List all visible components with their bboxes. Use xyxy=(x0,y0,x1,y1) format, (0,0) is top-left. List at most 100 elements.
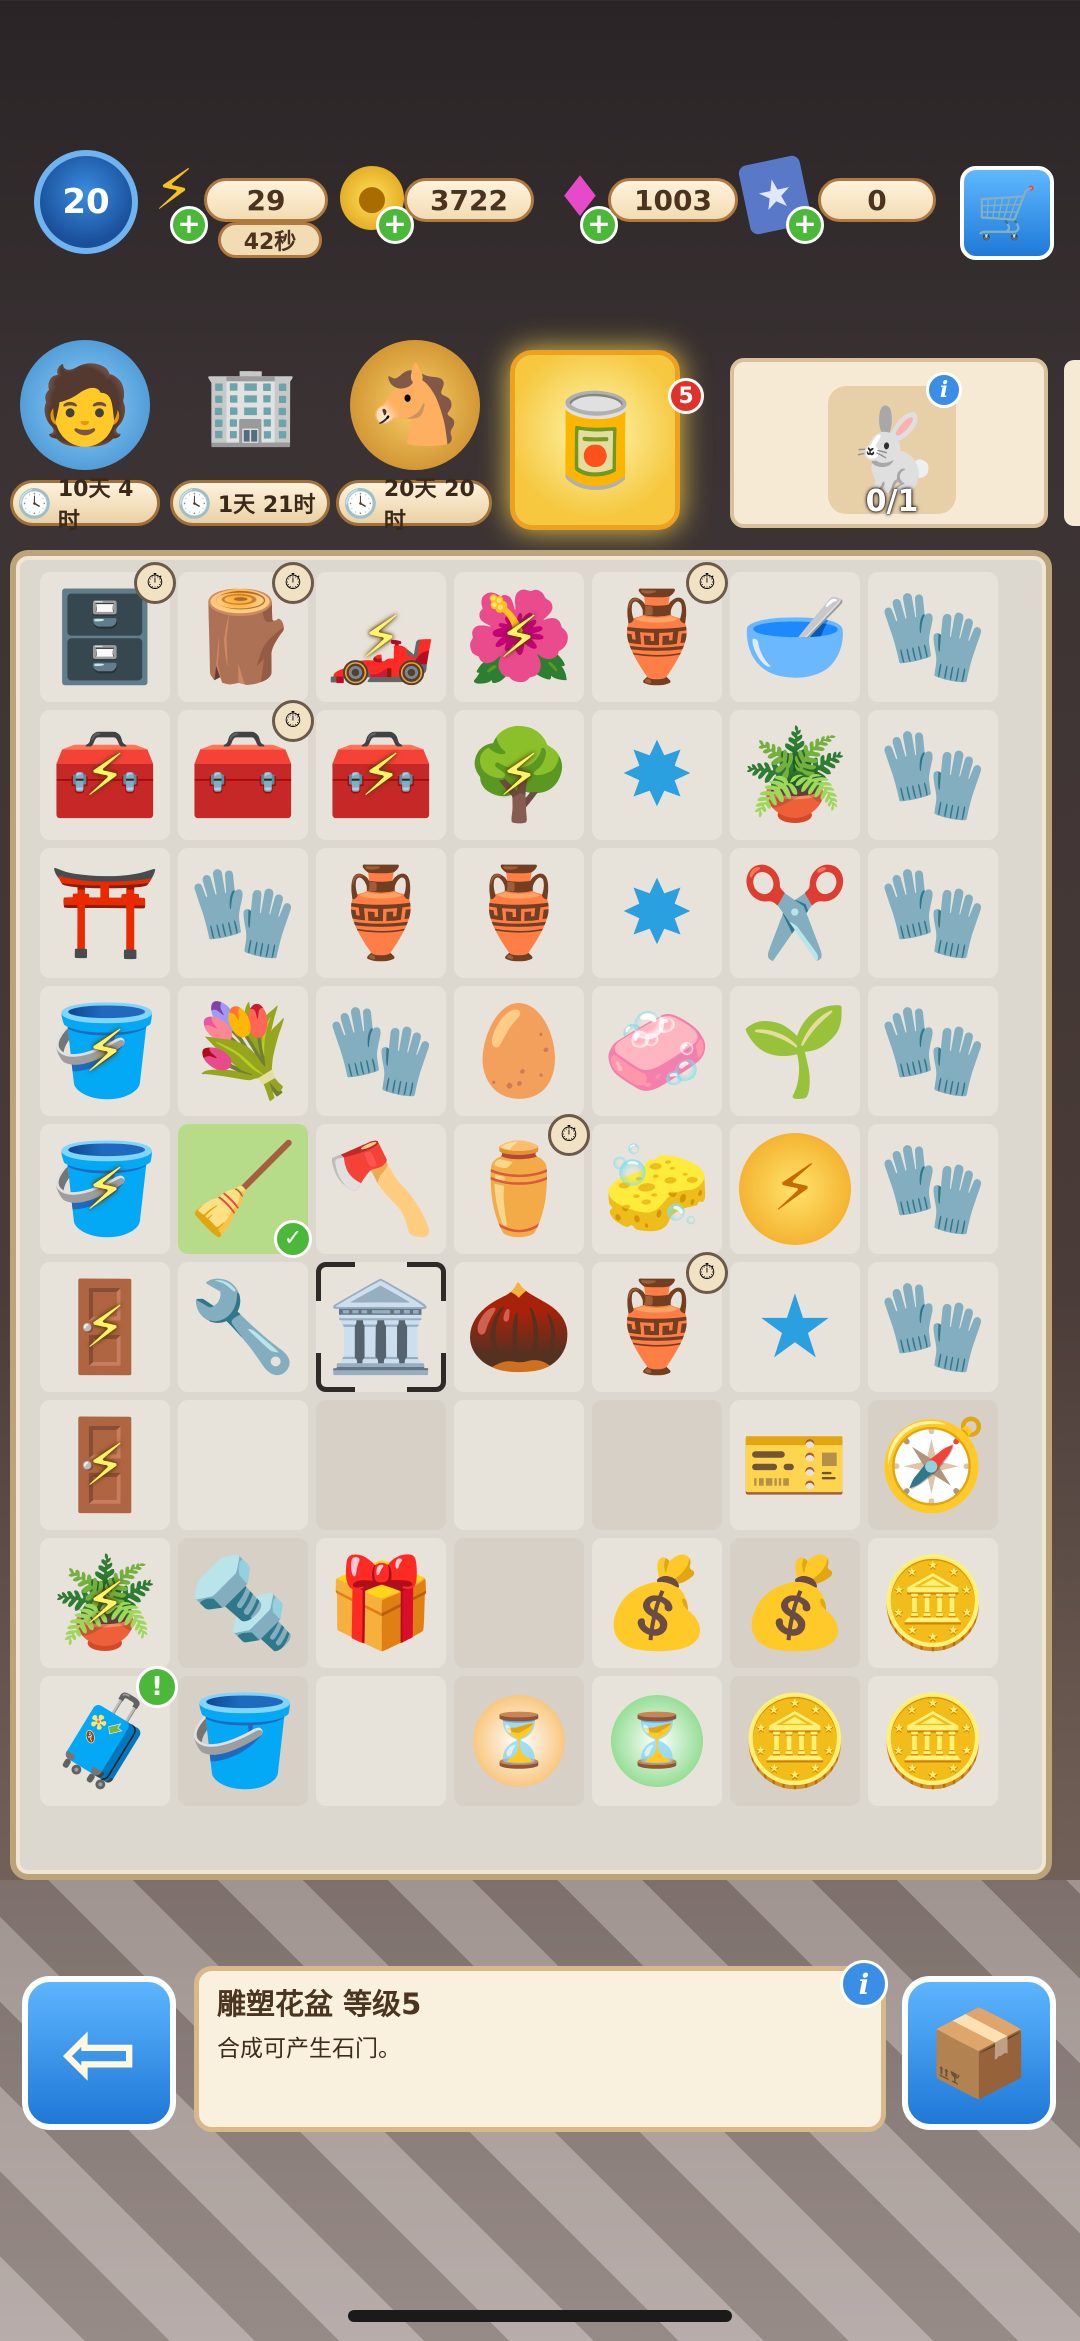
board-item-soap[interactable]: 🧼 xyxy=(592,986,722,1116)
board-item-axe[interactable]: 🪓 xyxy=(316,1124,446,1254)
clock-icon: 🕓 xyxy=(177,486,212,520)
order-progress: 0/1 xyxy=(865,484,919,519)
board-item-coin-heap[interactable]: 🪙 xyxy=(868,1676,998,1806)
board-item-seed-sack[interactable]: 💰 xyxy=(730,1538,860,1668)
board-item-porcelain-vase[interactable]: 🏺 ⏱ xyxy=(592,1252,728,1392)
timer-icon: ⏱ xyxy=(134,562,176,604)
board-item-broken-pot[interactable]: 🏺 xyxy=(454,848,584,978)
board-item-clay-pot[interactable]: 🏺 xyxy=(316,848,446,978)
storage-box-button[interactable]: 📦 xyxy=(902,1976,1056,2130)
board-item-hourglass-green[interactable]: ⏳ xyxy=(592,1676,722,1806)
order-info-icon[interactable]: i xyxy=(926,372,962,408)
board-item-blue-vase[interactable]: 🏺 ⏱ xyxy=(592,562,728,702)
energy-counter: 29 xyxy=(204,178,328,222)
board-item-coin-pile[interactable]: 🪙 xyxy=(730,1676,860,1806)
board-item-seeds[interactable]: 🌰 xyxy=(454,1262,584,1392)
board-item-garden-gloves[interactable]: 🧤 xyxy=(316,986,446,1116)
add-energy-button[interactable]: + xyxy=(170,206,208,244)
board-item-red-toolbox[interactable]: 🧰 ⏱ xyxy=(178,700,314,840)
board-item-blue-star[interactable]: ★ xyxy=(730,1262,860,1392)
board-empty-cell[interactable] xyxy=(454,1400,584,1530)
board-item-garden-gloves[interactable]: 🧤 xyxy=(868,572,998,702)
board-item-pruning-shears[interactable]: ✂️ xyxy=(730,848,860,978)
timer-icon: ⏱ xyxy=(686,562,728,604)
board-item-soil-pot[interactable]: 🥣 xyxy=(730,572,860,702)
add-cards-button[interactable]: + xyxy=(786,206,824,244)
board-item-tree[interactable]: 🌳 ⚡ xyxy=(454,710,584,840)
order-card[interactable]: 🐇 0/1 i xyxy=(730,358,1048,528)
board-item-flower-basket[interactable]: 💐 xyxy=(178,986,308,1116)
board-item-seedling[interactable]: 🌱 xyxy=(730,986,860,1116)
board-item-tool-barrel[interactable]: 🪣 ⚡ xyxy=(40,986,170,1116)
board-item-sculpted-planter[interactable]: 🏛️ xyxy=(316,1262,446,1392)
event-horse[interactable]: 🐴 xyxy=(340,340,490,490)
board-item-seed-sack[interactable]: 💰 xyxy=(592,1538,722,1668)
item-info-icon[interactable]: i xyxy=(840,1960,888,2008)
shop-cart-button[interactable]: 🛒 xyxy=(960,166,1054,260)
next-order-card-edge[interactable] xyxy=(1064,360,1080,526)
item-description: 合成可产生石门。 xyxy=(217,2036,401,2062)
board-item-nightstand[interactable]: 🗄️ ⏱ xyxy=(40,562,176,702)
board-item-garden-gloves[interactable]: 🧤 xyxy=(868,1262,998,1392)
board-item-sprout-pot[interactable]: 🪴 xyxy=(730,710,860,840)
board-item-flower-bush[interactable]: 🌺 ⚡ xyxy=(454,572,584,702)
board-item-green-pliers[interactable]: 🔧 xyxy=(178,1262,308,1392)
level-badge[interactable]: 20 xyxy=(34,150,138,254)
back-button[interactable]: ⇦ xyxy=(22,1976,176,2130)
energy-bolt-icon: ⚡ xyxy=(498,741,540,809)
board-item-garden-gloves[interactable]: 🧤 xyxy=(868,986,998,1116)
board-item-soil-planter[interactable]: 🪴 ⚡ xyxy=(40,1538,170,1668)
board-item-energy-orb[interactable]: ⚡ xyxy=(730,1124,860,1254)
board-item-sponge[interactable]: 🧽 xyxy=(592,1124,722,1254)
home-indicator[interactable] xyxy=(348,2310,732,2322)
energy-bolt-icon: ⚡ xyxy=(498,603,540,671)
energy-bolt-icon: ⚡ xyxy=(84,1431,126,1499)
board-item-treasure-chest[interactable]: 🧳! xyxy=(40,1666,178,1806)
check-icon: ✓ xyxy=(274,1220,312,1258)
board-item-wooden-dresser[interactable]: 🪵 ⏱ xyxy=(178,562,314,702)
board-item-wooden-toolbox[interactable]: 🧰 ⚡ xyxy=(316,710,446,840)
event-character[interactable]: 🧑 xyxy=(10,340,160,490)
board-item-garden-gloves[interactable]: 🧤 xyxy=(868,1124,998,1254)
level-value: 20 xyxy=(62,182,110,222)
featured-reward-card[interactable]: 🥫 xyxy=(510,350,680,530)
board-item-coins[interactable]: 🪙 xyxy=(868,1538,998,1668)
energy-bolt-icon: ⚡ xyxy=(84,1017,126,1085)
tin-can-icon: 🥫 xyxy=(538,387,652,493)
board-item-garden-gloves[interactable]: 🧤 xyxy=(868,848,998,978)
board-empty-cell[interactable] xyxy=(592,1400,722,1530)
event-buildings[interactable]: 🏢 xyxy=(176,340,326,490)
board-item-tool-barrel[interactable]: 🪣 ⚡ xyxy=(40,1124,170,1254)
board-item-display-cabinet[interactable]: 🚪 ⚡ xyxy=(40,1400,170,1530)
board-item-photo-locket[interactable]: 🧭 xyxy=(868,1400,998,1530)
board-item-cracked-vase[interactable]: ⚱️ ⏱ xyxy=(454,1114,590,1254)
board-item-garden-gloves[interactable]: 🧤 xyxy=(868,710,998,840)
board-empty-cell[interactable] xyxy=(316,1676,446,1806)
board-item-paint-bucket[interactable]: 🪣 xyxy=(178,1676,308,1806)
board-item-gift-bag[interactable]: 🎁 xyxy=(316,1538,446,1668)
clock-icon: 🕓 xyxy=(343,486,378,520)
board-item-locket[interactable]: 🥚 xyxy=(454,986,584,1116)
item-description-panel: 雕塑花盆 等级5 合成可产生石门。 xyxy=(194,1966,886,2132)
timer-icon: ⏱ xyxy=(272,562,314,604)
board-empty-cell[interactable] xyxy=(178,1400,308,1530)
horse-portrait-icon: 🐴 xyxy=(350,340,480,470)
alert-icon: ! xyxy=(136,1666,178,1708)
board-item-screws[interactable]: 🔩 xyxy=(178,1538,308,1668)
board-empty-cell[interactable] xyxy=(316,1400,446,1530)
board-item-garden-gloves[interactable]: 🧤 xyxy=(178,848,308,978)
board-item-display-cabinet[interactable]: 🚪 ⚡ xyxy=(40,1262,170,1392)
clock-icon: 🕓 xyxy=(17,486,52,520)
board-item-toy-car[interactable]: 🏎️ ⚡ xyxy=(316,572,446,702)
merge-grid: 🗄️ ⏱ 🪵 ⏱ 🏎️ ⚡ 🌺 ⚡ 🏺 ⏱ 🥣 🧤 🧰 ⚡ 🧰 ⏱ 🧰 ⚡ 🌳 ⚡ ✸ 🪴 🧤 ⛩… xyxy=(40,562,1048,1832)
board-item-blue-star[interactable]: ✸ xyxy=(592,848,722,978)
board-item-red-toolbox[interactable]: 🧰 ⚡ xyxy=(40,710,170,840)
board-item-seed-packet[interactable]: 🎫 xyxy=(730,1400,860,1530)
cart-icon: 🛒 xyxy=(975,183,1039,242)
board-item-blue-star[interactable]: ✸ xyxy=(592,710,722,840)
board-empty-cell[interactable] xyxy=(454,1538,584,1668)
board-item-hourglass-orange[interactable]: ⏳ xyxy=(454,1676,584,1806)
board-item-garden-arch[interactable]: ⛩️ xyxy=(40,848,170,978)
board-item-rake[interactable]: 🧹 ✓ xyxy=(178,1124,312,1258)
timer-icon: ⏱ xyxy=(272,700,314,742)
